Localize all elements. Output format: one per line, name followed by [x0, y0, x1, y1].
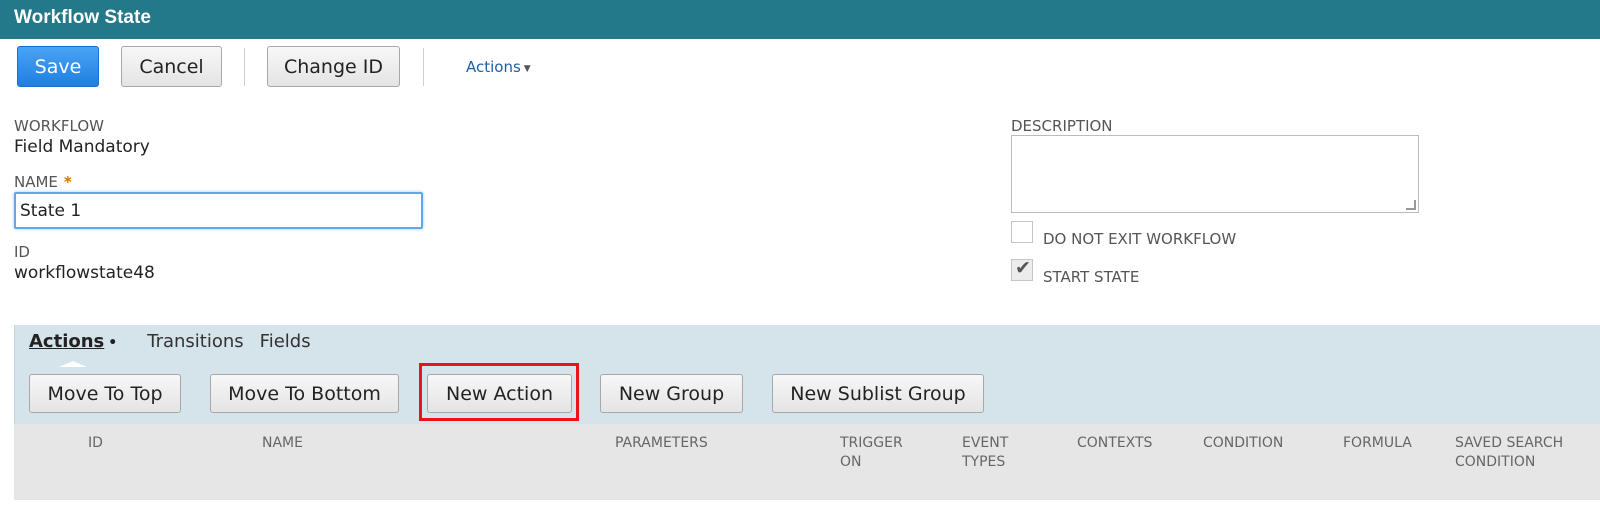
- column-header-id[interactable]: ID: [88, 434, 103, 453]
- new-sublist-group-button[interactable]: New Sublist Group: [772, 374, 984, 413]
- start-state-checkbox[interactable]: ✔: [1011, 257, 1033, 281]
- do-not-exit-workflow-label: DO NOT EXIT WORKFLOW: [1043, 230, 1237, 248]
- caret-down-icon: ▼: [523, 64, 531, 74]
- subtab-bar: Actions • Transitions Fields: [29, 325, 325, 367]
- column-header-parameters[interactable]: PARAMETERS: [615, 434, 708, 453]
- move-to-bottom-button[interactable]: Move To Bottom: [210, 374, 399, 413]
- name-input[interactable]: [14, 192, 423, 229]
- tab-actions-label: Actions: [29, 331, 105, 352]
- highlight-box: [419, 363, 579, 421]
- tab-actions[interactable]: Actions •: [29, 325, 131, 367]
- id-value: workflowstate48: [14, 263, 155, 283]
- required-indicator: *: [63, 173, 72, 191]
- id-label: ID: [14, 243, 30, 261]
- cancel-button[interactable]: Cancel: [121, 46, 222, 87]
- description-textarea[interactable]: [1011, 135, 1419, 213]
- toolbar-divider: [244, 48, 245, 86]
- start-state-label: START STATE: [1043, 268, 1140, 286]
- change-id-button[interactable]: Change ID: [267, 46, 400, 87]
- move-to-top-button[interactable]: Move To Top: [29, 374, 181, 413]
- title-bar: Workflow State: [0, 0, 1600, 39]
- toolbar-divider: [423, 48, 424, 86]
- actions-menu-label: Actions: [466, 58, 521, 76]
- column-header-condition[interactable]: CONDITION: [1203, 434, 1283, 453]
- resize-grip-icon[interactable]: [1406, 200, 1416, 210]
- table-row[interactable]: [14, 500, 1600, 519]
- workflow-label: WORKFLOW: [14, 117, 104, 135]
- tab-fields[interactable]: Fields: [258, 325, 325, 361]
- column-header-trigger-on[interactable]: TRIGGER ON: [840, 434, 920, 472]
- description-label: DESCRIPTION: [1011, 117, 1113, 135]
- tab-transitions[interactable]: Transitions: [133, 325, 257, 361]
- name-label-text: NAME: [14, 173, 58, 191]
- column-header-name[interactable]: NAME: [262, 434, 303, 453]
- name-label: NAME *: [14, 173, 72, 191]
- column-header-event-types[interactable]: EVENT TYPES: [962, 434, 1032, 472]
- table-header: ID NAME PARAMETERS TRIGGER ON EVENT TYPE…: [14, 424, 1600, 500]
- actions-menu-button[interactable]: Actions ▼: [466, 58, 531, 76]
- active-dot: •: [108, 335, 118, 351]
- save-button[interactable]: Save: [17, 46, 99, 87]
- column-header-saved-search-condition[interactable]: SAVED SEARCH CONDITION: [1455, 434, 1575, 472]
- do-not-exit-workflow-checkbox[interactable]: [1011, 221, 1033, 243]
- tab-transitions-label: Transitions: [147, 331, 244, 352]
- tab-fields-label: Fields: [259, 331, 311, 352]
- checkmark-icon: ✔: [1015, 257, 1031, 279]
- new-group-button[interactable]: New Group: [600, 374, 743, 413]
- column-header-formula[interactable]: FORMULA: [1343, 434, 1412, 453]
- page-title: Workflow State: [14, 7, 151, 28]
- workflow-value: Field Mandatory: [14, 137, 150, 157]
- column-header-contexts[interactable]: CONTEXTS: [1077, 434, 1152, 453]
